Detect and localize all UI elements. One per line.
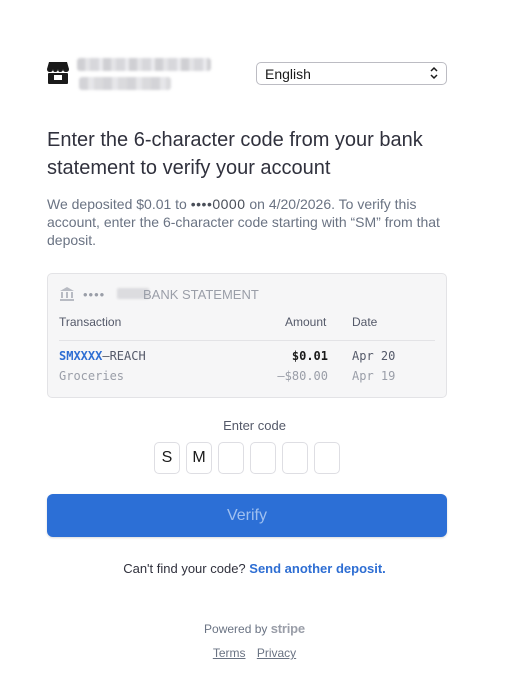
verify-button[interactable]: Verify bbox=[47, 494, 447, 537]
send-another-deposit-link[interactable]: Send another deposit. bbox=[249, 561, 386, 576]
powered-by-label: Powered by bbox=[204, 622, 268, 636]
column-transaction: Transaction bbox=[59, 315, 122, 329]
language-select[interactable]: English bbox=[256, 62, 447, 85]
transaction-amount: –$80.00 bbox=[277, 369, 328, 383]
statement-divider bbox=[59, 340, 435, 341]
description: We deposited $0.01 to ••••0000 on 4/20/2… bbox=[47, 195, 447, 249]
deposit-code: SMXXXX bbox=[59, 349, 103, 363]
code-input-6[interactable] bbox=[314, 442, 340, 474]
transaction-description: Groceries bbox=[59, 369, 125, 383]
privacy-link[interactable]: Privacy bbox=[257, 646, 296, 660]
business-name-blurred-line2 bbox=[79, 77, 171, 90]
store-icon bbox=[47, 62, 69, 84]
business-name-blurred bbox=[77, 58, 211, 71]
code-input-4[interactable] bbox=[250, 442, 276, 474]
page-title: Enter the 6-character code from your ban… bbox=[47, 129, 423, 179]
deposit-description: –REACH bbox=[102, 349, 146, 363]
help-question: Can't find your code? bbox=[123, 561, 246, 576]
code-label: Enter code bbox=[223, 418, 286, 433]
statement-masked-account: •••• bbox=[83, 287, 106, 302]
powered-by: Powered by stripe bbox=[0, 621, 509, 636]
code-input-1[interactable]: S bbox=[154, 442, 180, 474]
help-text: Can't find your code? Send another depos… bbox=[0, 561, 509, 576]
code-input-3[interactable] bbox=[218, 442, 244, 474]
description-part1: We deposited $0.01 to bbox=[47, 196, 191, 212]
footer-links: Terms Privacy bbox=[0, 646, 509, 660]
deposit-date: Apr 20 bbox=[352, 349, 396, 363]
code-input-2[interactable]: M bbox=[186, 442, 212, 474]
deposit-amount: $0.01 bbox=[291, 349, 328, 363]
stripe-logo[interactable]: stripe bbox=[271, 621, 305, 636]
column-amount: Amount bbox=[285, 315, 327, 329]
header: English bbox=[47, 57, 447, 93]
statement-title: BANK STATEMENT bbox=[143, 287, 259, 302]
bank-statement-preview: •••• BANK STATEMENT Transaction Amount D… bbox=[47, 273, 447, 398]
bank-icon bbox=[60, 287, 74, 301]
code-input-5[interactable] bbox=[282, 442, 308, 474]
language-select-value: English bbox=[265, 66, 311, 82]
chevron-up-down-icon bbox=[430, 66, 438, 80]
terms-link[interactable]: Terms bbox=[213, 646, 246, 660]
masked-account: ••••0000 bbox=[190, 196, 246, 212]
transaction-date: Apr 19 bbox=[352, 369, 396, 383]
column-date: Date bbox=[352, 315, 378, 329]
